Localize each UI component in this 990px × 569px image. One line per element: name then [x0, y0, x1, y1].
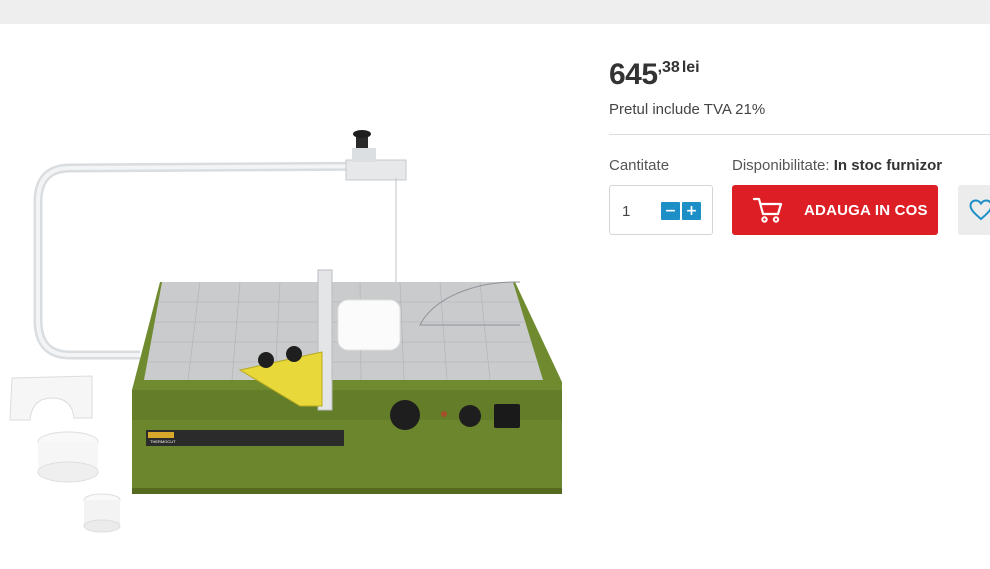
- svg-text:THERMOCUT: THERMOCUT: [150, 439, 176, 444]
- price-decimals: ,38: [657, 59, 680, 76]
- foam-pieces: [9, 375, 121, 533]
- minus-icon[interactable]: −: [661, 202, 680, 220]
- quantity-input[interactable]: [622, 200, 662, 222]
- price-currency: lei: [681, 59, 700, 76]
- divider: [609, 134, 990, 135]
- price: 645,38 lei: [609, 58, 700, 92]
- availability-value: In stoc furnizor: [833, 157, 943, 174]
- price-integer: 645: [609, 58, 658, 91]
- heart-icon: [969, 199, 990, 221]
- availability: Disponibilitate: In stoc furnizor: [732, 157, 942, 174]
- top-strip: [0, 0, 990, 24]
- availability-label: Disponibilitate:: [732, 157, 830, 174]
- quantity-stepper: − +: [609, 185, 713, 235]
- plus-icon[interactable]: +: [682, 202, 701, 220]
- vat-note: Pretul include TVA 21%: [609, 101, 766, 118]
- product-image[interactable]: THERMOCUT: [0, 120, 580, 540]
- wishlist-button[interactable]: [958, 185, 990, 235]
- machine-body: THERMOCUT: [132, 269, 562, 494]
- quantity-label: Cantitate: [609, 157, 670, 174]
- add-to-cart-button[interactable]: ADAUGA IN COS: [732, 185, 938, 235]
- cart-icon: [752, 197, 783, 223]
- add-to-cart-label: ADAUGA IN COS: [804, 202, 928, 219]
